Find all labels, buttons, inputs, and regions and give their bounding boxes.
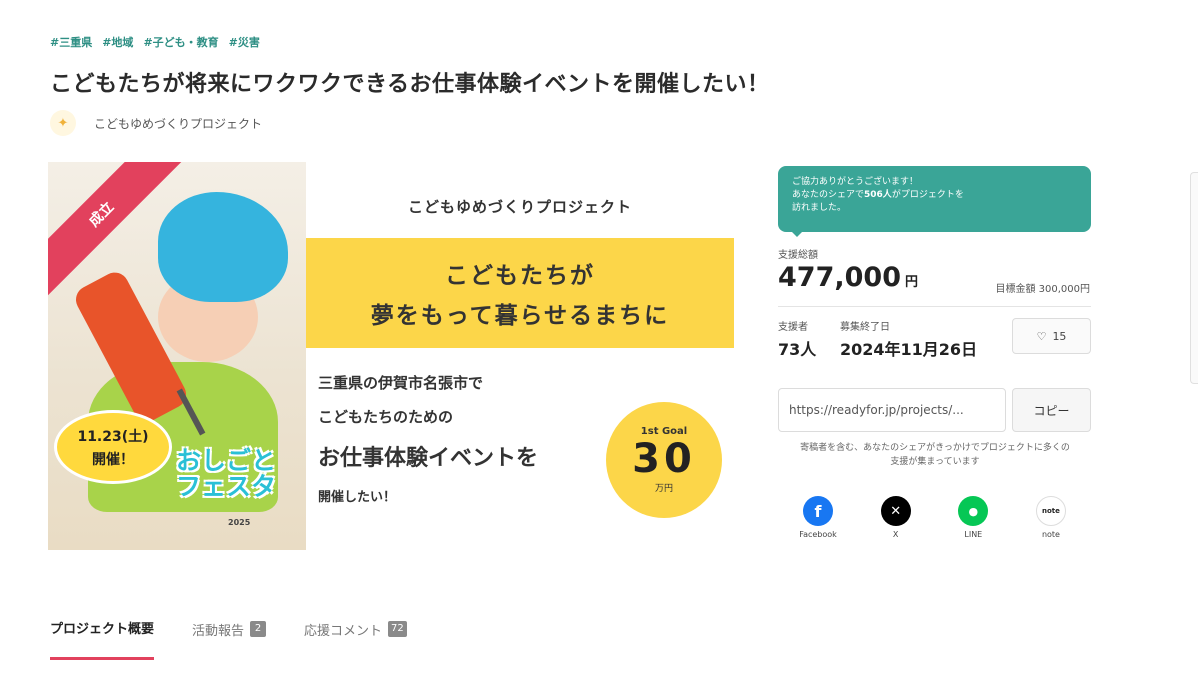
tab-support-comments[interactable]: 応援コメント 72 [304, 618, 407, 660]
tag-list: #三重県 #地域 #子ども・教育 #災害 [50, 34, 260, 50]
hero-text-line1: 三重県の伊賀市名張市で [318, 374, 484, 392]
amount-value: 477,000 円 [778, 262, 918, 293]
festa-logo-line2: フェスタ [176, 472, 277, 502]
project-owner[interactable]: ✦ こどもゆめづくりプロジェクト [50, 110, 262, 136]
share-x-button[interactable]: ✕ X [866, 496, 926, 539]
tab-activity-report[interactable]: 活動報告 2 [192, 618, 267, 660]
end-date-value: 2024年11月26日 [840, 340, 978, 359]
project-page: #三重県 #地域 #子ども・教育 #災害 こどもたちが将来にワクワクできるお仕事… [0, 0, 1198, 675]
festa-logo-year: 2025 [228, 518, 251, 527]
tag-link[interactable]: #三重県 [50, 34, 92, 50]
hero-photo: 成立 11.23(土) 開催！ おしごと フェスタ 2025 [48, 162, 306, 550]
heart-icon: ♡ [1036, 329, 1047, 343]
supporters-value: 73人 [778, 340, 817, 359]
share-label: X [892, 530, 899, 539]
share-buttons: f Facebook ✕ X ● LINE note note [778, 496, 1091, 539]
hero-text-panel: こどもゆめづくりプロジェクト こどもたちが 夢をもって暮らせるまちに 三重県の伊… [306, 162, 734, 550]
festa-logo: おしごと フェスタ [176, 446, 294, 502]
share-label: Facebook [799, 530, 837, 539]
tag-link[interactable]: #災害 [229, 34, 260, 50]
divider [778, 306, 1091, 307]
tag-link[interactable]: #地域 [102, 34, 133, 50]
tab-count-badge: 2 [250, 621, 267, 637]
facebook-icon: f [803, 496, 833, 526]
target-amount: 目標金額 300,000円 [995, 284, 1090, 295]
hero-text-line2: こどもたちのための [318, 408, 454, 426]
notice-line2: あなたのシェアで506人がプロジェクトを [792, 190, 964, 201]
favorite-count: 15 [1052, 329, 1067, 343]
event-date-bubble: 11.23(土) 開催！ [54, 410, 172, 484]
side-drawer-handle[interactable] [1190, 172, 1198, 384]
notice-tail [790, 230, 804, 237]
event-date-caption: 開催！ [92, 451, 134, 468]
favorite-button[interactable]: ♡ 15 [1012, 318, 1091, 354]
copy-url-button[interactable]: コピー [1012, 388, 1091, 432]
share-label: LINE [964, 530, 983, 539]
project-title: こどもたちが将来にワクワクできるお仕事体験イベントを開催したい！ [50, 72, 770, 97]
share-line-button[interactable]: ● LINE [943, 496, 1003, 539]
hero-banner-line1: こどもたちが [445, 263, 595, 289]
share-note: 寄稿者を含む、あなたのシェアがきっかけでプロジェクトに多くの支援が集まっています [800, 443, 1070, 467]
share-url-field[interactable] [778, 388, 1006, 432]
child-illustration-bandana [158, 192, 288, 302]
project-tabs: プロジェクト概要 活動報告 2 応援コメント 72 [50, 618, 407, 660]
share-facebook-button[interactable]: f Facebook [788, 496, 848, 539]
x-icon: ✕ [880, 496, 911, 526]
tab-label: 活動報告 [192, 623, 245, 639]
goal-badge-unit: 万円 [654, 484, 673, 494]
notice-line3: 訪れました。 [792, 203, 847, 214]
festa-logo-line1: おしごと [176, 446, 277, 475]
note-icon: note [1035, 496, 1066, 526]
hero-text-line4: 開催したい！ [318, 490, 397, 505]
end-date-label: 募集終了日 [840, 322, 890, 333]
tag-link[interactable]: #子ども・教育 [143, 34, 218, 50]
amount-label: 支援総額 [778, 250, 818, 261]
share-thanks-notice: ご協力ありがとうございます！ あなたのシェアで506人がプロジェクトを 訪れまし… [778, 166, 1091, 232]
hero-banner-line2: 夢をもって暮らせるまちに [370, 303, 670, 329]
share-label: note [1041, 530, 1060, 539]
notice-line1: ご協力ありがとうございます！ [792, 177, 919, 187]
tab-label: 応援コメント [304, 623, 383, 639]
tab-overview[interactable]: プロジェクト概要 [50, 618, 155, 660]
goal-badge-value: 30 [632, 436, 696, 482]
tab-label: プロジェクト概要 [50, 622, 155, 637]
hero-text-line3: お仕事体験イベントを [318, 446, 539, 471]
event-date: 11.23(土) [77, 428, 149, 445]
share-note-button[interactable]: note note [1021, 496, 1081, 539]
hero-org-name: こどもゆめづくりプロジェクト [407, 198, 632, 216]
ribbon-label: 成立 [86, 199, 118, 231]
line-icon: ● [958, 496, 989, 526]
goal-badge: 1st Goal 30 万円 [606, 402, 722, 518]
supporters-label: 支援者 [778, 322, 808, 333]
owner-name[interactable]: こどもゆめづくりプロジェクト [94, 115, 262, 132]
hero-image: 成立 11.23(土) 開催！ おしごと フェスタ 2025 こどもゆめづくりプ… [48, 162, 734, 550]
tab-count-badge: 72 [388, 621, 407, 637]
owner-logo-icon: ✦ [50, 110, 76, 136]
hero-banner: こどもたちが 夢をもって暮らせるまちに [306, 238, 734, 348]
